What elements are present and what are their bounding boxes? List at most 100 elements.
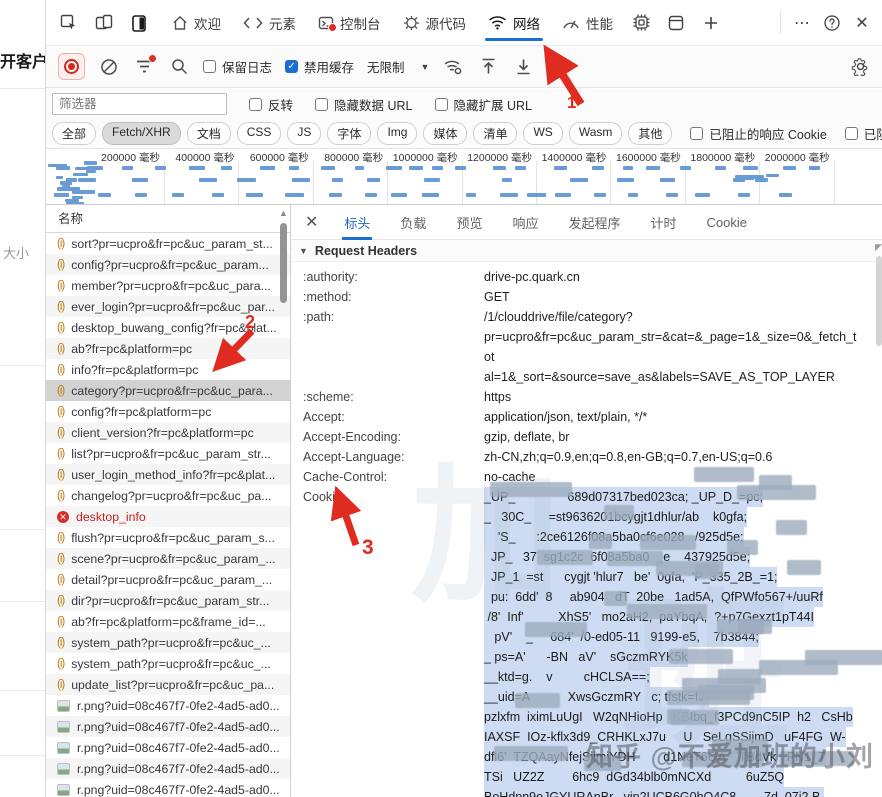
name-column-header[interactable]: 名称 [46,205,290,233]
more-options-icon[interactable]: ⋯ [787,8,817,38]
filter-chip--[interactable]: 其他 [628,122,672,145]
request-row[interactable]: r.png?uid=08c467f7-0fe2-4ad5-ad0... [46,716,290,737]
preserve-log-checkbox[interactable]: 保留日志 [203,57,272,76]
hide-extension-urls-checkbox[interactable]: 隐藏扩展 URL [435,95,532,114]
header-value[interactable]: zh-CN,zh;q=0.9,en;q=0.8,en-GB;q=0.7,en-U… [484,447,859,467]
filter-chip-css[interactable]: CSS [237,122,282,145]
collapse-triangle-icon[interactable]: ▼ [299,246,308,256]
search-icon[interactable] [168,56,190,78]
header-value[interactable]: drive-pc.quark.cn [484,267,859,287]
request-row[interactable]: (i)config?pr=ucpro&fr=pc&uc_param... [46,254,290,275]
invert-checkbox[interactable]: 反转 [249,95,293,114]
request-row[interactable]: (i)changelog?pr=ucpro&fr=pc&uc_pa... [46,485,290,506]
request-headers-section[interactable]: ▼ Request Headers [291,240,882,262]
devtools-tab-5[interactable]: 性能 [551,0,624,45]
request-row[interactable]: r.png?uid=08c467f7-0fe2-4ad5-ad0... [46,758,290,779]
checkbox-unchecked[interactable] [690,127,703,140]
detail-tab-计时[interactable]: 计时 [650,205,676,240]
request-row[interactable]: r.png?uid=08c467f7-0fe2-4ad5-ad0... [46,737,290,758]
request-row[interactable]: (i)user_login_method_info?fr=pc&plat... [46,464,290,485]
filter-checkbox[interactable]: 已阻止请求 [845,124,882,143]
memory-icon[interactable] [628,10,654,36]
hide-data-urls-checkbox[interactable]: 隐藏数据 URL [315,95,412,114]
filter-input[interactable] [52,93,227,115]
export-har-icon[interactable] [512,56,534,78]
dock-side-icon[interactable] [126,10,152,36]
request-row[interactable]: (i)scene?pr=ucpro&fr=pc&uc_param_... [46,548,290,569]
filter-chip--[interactable]: 字体 [327,122,371,145]
header-value[interactable]: /1/clouddrive/file/category?pr=ucpro&fr=… [484,307,859,387]
header-value[interactable]: GET [484,287,859,307]
filter-icon[interactable] [133,56,155,78]
request-row[interactable]: (i)sort?pr=ucpro&fr=pc&uc_param_st... [46,233,290,254]
checkbox-unchecked[interactable] [315,98,328,111]
detail-tab-发起程序[interactable]: 发起程序 [568,205,620,240]
request-row[interactable]: (i)list?pr=ucpro&fr=pc&uc_param_str... [46,443,290,464]
request-row[interactable]: r.png?uid=08c467f7-0fe2-4ad5-ad0... [46,779,290,797]
request-row[interactable]: (i)ab?fr=pc&platform=pc&frame_id=... [46,611,290,632]
application-icon[interactable] [663,10,689,36]
filter-chip--[interactable]: 文档 [187,122,231,145]
checkbox-unchecked[interactable] [203,60,216,73]
detail-tab-预览[interactable]: 预览 [456,205,482,240]
scrollbar-thumb[interactable] [280,223,287,303]
clear-log-icon[interactable] [98,56,120,78]
checkbox-unchecked[interactable] [435,98,448,111]
inspect-element-icon[interactable] [56,10,82,36]
devtools-tab-0[interactable]: 欢迎 [161,0,232,45]
scrollbar-thumb[interactable] [876,256,882,346]
checkbox-unchecked[interactable] [845,127,858,140]
filter-chip--[interactable]: 清单 [473,122,517,145]
import-har-icon[interactable] [477,56,499,78]
request-row[interactable]: r.png?uid=08c467f7-0fe2-4ad5-ad0... [46,695,290,716]
request-row[interactable]: (i)category?pr=ucpro&fr=pc&uc_para... [46,380,290,401]
request-row[interactable]: ✕desktop_info [46,506,290,527]
detail-tab-cookie[interactable]: Cookie [707,205,747,240]
scroll-up-icon[interactable]: ▲ [279,208,288,218]
request-row[interactable]: (i)ever_login?pr=ucpro&fr=pc&uc_par... [46,296,290,317]
more-tabs-icon[interactable] [698,10,724,36]
request-row[interactable]: (i)system_path?pr=ucpro&fr=pc&uc_... [46,653,290,674]
network-overview-timeline[interactable]: 200000 毫秒400000 毫秒600000 毫秒800000 毫秒1000… [46,149,882,205]
help-icon[interactable] [817,8,847,38]
settings-gear-icon[interactable] [849,56,871,78]
filter-checkbox[interactable]: 已阻止的响应 Cookie [690,124,826,143]
close-detail-icon[interactable]: ✕ [305,212,318,232]
devtools-tab-3[interactable]: 源代码 [392,0,478,45]
header-value[interactable]: application/json, text/plain, */* [484,407,859,427]
close-devtools-icon[interactable]: ✕ [847,8,877,38]
request-row[interactable]: (i)dir?pr=ucpro&fr=pc&uc_param_str... [46,590,290,611]
filter-chip-js[interactable]: JS [287,122,321,145]
checkbox-checked[interactable]: ✓ [285,60,298,73]
request-row[interactable]: (i)client_version?fr=pc&platform=pc [46,422,290,443]
devtools-tab-1[interactable]: 元素 [232,0,307,45]
filter-chip-img[interactable]: Img [377,122,417,145]
detail-tab-标头[interactable]: 标头 [344,205,370,240]
disable-cache-checkbox[interactable]: ✓ 禁用缓存 [285,57,354,76]
filter-chip--[interactable]: 全部 [52,122,96,145]
request-row[interactable]: (i)flush?pr=ucpro&fr=pc&uc_param_s... [46,527,290,548]
device-toolbar-icon[interactable] [91,10,117,36]
network-conditions-icon[interactable] [442,56,464,78]
scroll-up-icon[interactable]: ◤ [875,242,882,253]
detail-tab-负载[interactable]: 负载 [400,205,426,240]
request-row[interactable]: (i)detail?pr=ucpro&fr=pc&uc_param_... [46,569,290,590]
checkbox-unchecked[interactable] [249,98,262,111]
request-row[interactable]: (i)info?fr=pc&platform=pc [46,359,290,380]
devtools-tab-network[interactable]: 网络 [477,0,551,45]
filter-chip--[interactable]: 媒体 [423,122,467,145]
devtools-tab-2[interactable]: 控制台 [307,0,392,45]
record-button[interactable] [58,53,85,80]
filter-chip-wasm[interactable]: Wasm [569,122,623,145]
request-row[interactable]: (i)desktop_buwang_config?fr=pc&plat... [46,317,290,338]
detail-tab-响应[interactable]: 响应 [512,205,538,240]
request-row[interactable]: (i)system_path?pr=ucpro&fr=pc&uc_... [46,632,290,653]
filter-chip-ws[interactable]: WS [523,122,562,145]
request-list-scrollbar[interactable]: ▲ [277,205,290,797]
header-value[interactable]: gzip, deflate, br [484,427,859,447]
throttling-select[interactable]: 无限制 ▼ [367,57,429,76]
filter-chip-fetch-xhr[interactable]: Fetch/XHR [102,122,181,145]
request-row[interactable]: (i)config?fr=pc&platform=pc [46,401,290,422]
request-row[interactable]: (i)update_list?pr=ucpro&fr=pc&uc_pa... [46,674,290,695]
request-row[interactable]: (i)member?pr=ucpro&fr=pc&uc_para... [46,275,290,296]
